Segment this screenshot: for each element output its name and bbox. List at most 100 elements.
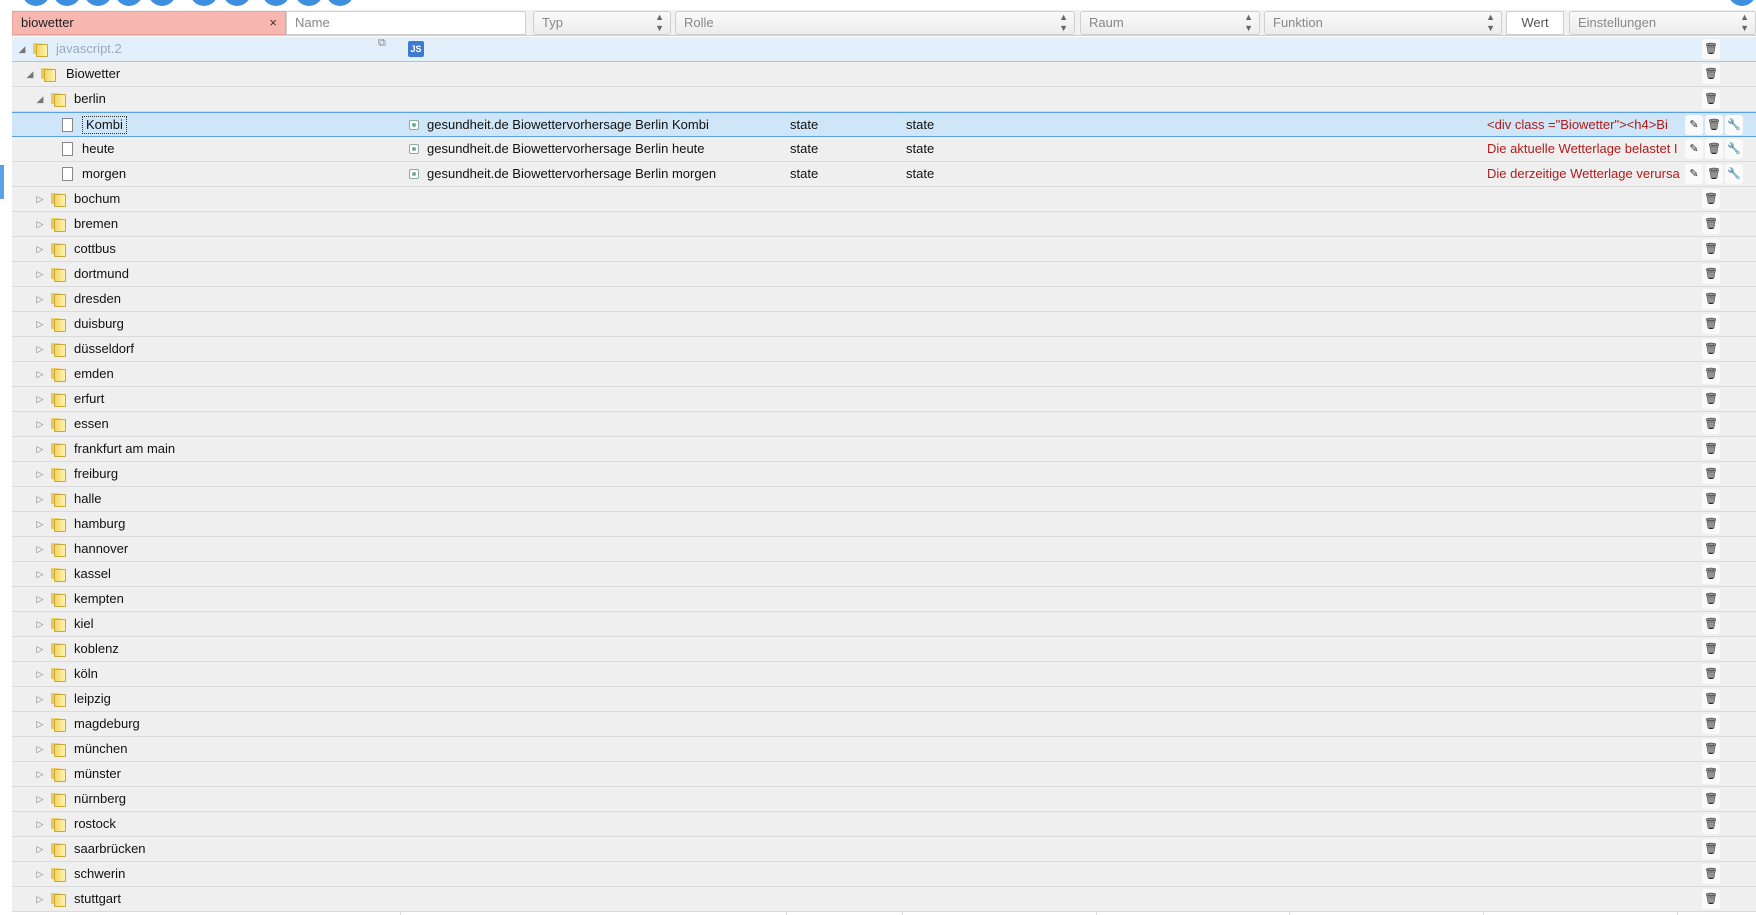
trash-icon[interactable]: 🗑 bbox=[1702, 539, 1720, 559]
trash-icon[interactable]: 🗑 bbox=[1702, 739, 1720, 759]
triangle-right-icon[interactable]: ▷ bbox=[34, 762, 46, 786]
triangle-right-icon[interactable]: ▷ bbox=[34, 262, 46, 286]
triangle-down-icon[interactable]: ◢ bbox=[34, 87, 46, 111]
state-value[interactable]: <div class ="Biowetter"><h4>Bi bbox=[1487, 113, 1683, 137]
folder-row[interactable]: ▷ emden 🗑 bbox=[12, 362, 1756, 387]
toolbar-button[interactable] bbox=[53, 0, 81, 6]
triangle-right-icon[interactable]: ▷ bbox=[34, 237, 46, 261]
triangle-right-icon[interactable]: ▷ bbox=[34, 612, 46, 636]
trash-icon[interactable]: 🗑 bbox=[1702, 414, 1720, 434]
trash-icon[interactable]: 🗑 bbox=[1702, 864, 1720, 884]
role-filter-select[interactable]: Rolle ▲ ▼ bbox=[675, 11, 1075, 35]
pencil-icon[interactable]: ✎ bbox=[1685, 139, 1703, 159]
state-value[interactable]: Die aktuelle Wetterlage belastet I bbox=[1487, 137, 1683, 161]
trash-icon[interactable]: 🗑 bbox=[1702, 64, 1720, 84]
triangle-right-icon[interactable]: ▷ bbox=[34, 312, 46, 336]
trash-icon[interactable]: 🗑 bbox=[1702, 214, 1720, 234]
folder-row[interactable]: ▷ dortmund 🗑 bbox=[12, 262, 1756, 287]
trash-icon[interactable]: 🗑 bbox=[1702, 814, 1720, 834]
folder-row[interactable]: ▷ dresden 🗑 bbox=[12, 287, 1756, 312]
folder-row[interactable]: ▷ kiel 🗑 bbox=[12, 612, 1756, 637]
toolbar-button[interactable] bbox=[22, 0, 50, 6]
adapter-row[interactable]: ◢ javascript.2 ⧉ JS 🗑 bbox=[12, 37, 1756, 62]
folder-row[interactable]: ▷ bochum 🗑 bbox=[12, 187, 1756, 212]
trash-icon[interactable]: 🗑 bbox=[1702, 389, 1720, 409]
search-input[interactable]: biowetter × bbox=[12, 11, 286, 35]
folder-row[interactable]: ▷ duisburg 🗑 bbox=[12, 312, 1756, 337]
trash-icon[interactable]: 🗑 bbox=[1702, 639, 1720, 659]
trash-icon[interactable]: 🗑 bbox=[1702, 289, 1720, 309]
folder-row[interactable]: ▷ köln 🗑 bbox=[12, 662, 1756, 687]
trash-icon[interactable]: 🗑 bbox=[1702, 839, 1720, 859]
toolbar-button[interactable] bbox=[148, 0, 176, 6]
triangle-right-icon[interactable]: ▷ bbox=[34, 287, 46, 311]
triangle-right-icon[interactable]: ▷ bbox=[34, 587, 46, 611]
folder-row[interactable]: ▷ stuttgart 🗑 bbox=[12, 887, 1756, 912]
folder-row[interactable]: ▷ kassel 🗑 bbox=[12, 562, 1756, 587]
folder-row[interactable]: ▷ nürnberg 🗑 bbox=[12, 787, 1756, 812]
triangle-right-icon[interactable]: ▷ bbox=[34, 687, 46, 711]
triangle-right-icon[interactable]: ▷ bbox=[34, 787, 46, 811]
folder-row[interactable]: ▷ magdeburg 🗑 bbox=[12, 712, 1756, 737]
toolbar-button[interactable] bbox=[262, 0, 290, 6]
folder-row[interactable]: ▷ frankfurt am main 🗑 bbox=[12, 437, 1756, 462]
triangle-right-icon[interactable]: ▷ bbox=[34, 712, 46, 736]
clear-search-icon[interactable]: × bbox=[269, 12, 277, 34]
toolbar-button[interactable] bbox=[190, 0, 218, 6]
folder-row[interactable]: ▷ bremen 🗑 bbox=[12, 212, 1756, 237]
toolbar-button[interactable] bbox=[326, 0, 354, 6]
folder-row[interactable]: ▷ münchen 🗑 bbox=[12, 737, 1756, 762]
trash-icon[interactable]: 🗑 bbox=[1702, 764, 1720, 784]
toolbar-button[interactable] bbox=[115, 0, 143, 6]
trash-icon[interactable]: 🗑 bbox=[1702, 464, 1720, 484]
trash-icon[interactable]: 🗑 bbox=[1702, 614, 1720, 634]
pencil-icon[interactable]: ✎ bbox=[1685, 164, 1703, 184]
type-filter-select[interactable]: Typ ▲ ▼ bbox=[533, 11, 671, 35]
trash-icon[interactable]: 🗑 bbox=[1702, 239, 1720, 259]
triangle-right-icon[interactable]: ▷ bbox=[34, 337, 46, 361]
trash-icon[interactable]: 🗑 bbox=[1702, 714, 1720, 734]
name-filter-input[interactable]: Name bbox=[286, 11, 526, 35]
trash-icon[interactable]: 🗑 bbox=[1702, 439, 1720, 459]
folder-row[interactable]: ▷ rostock 🗑 bbox=[12, 812, 1756, 837]
folder-row[interactable]: ▷ münster 🗑 bbox=[12, 762, 1756, 787]
wrench-icon[interactable]: 🔧 bbox=[1725, 164, 1743, 184]
trash-icon[interactable]: 🗑 bbox=[1705, 164, 1723, 184]
triangle-right-icon[interactable]: ▷ bbox=[34, 637, 46, 661]
folder-row-biowetter[interactable]: ◢ Biowetter 🗑 bbox=[12, 62, 1756, 87]
folder-row[interactable]: ▷ freiburg 🗑 bbox=[12, 462, 1756, 487]
folder-row[interactable]: ▷ schwerin 🗑 bbox=[12, 862, 1756, 887]
folder-row-berlin[interactable]: ◢ berlin 🗑 bbox=[12, 87, 1756, 112]
folder-row[interactable]: ▷ kempten 🗑 bbox=[12, 587, 1756, 612]
folder-row[interactable]: ▷ düsseldorf 🗑 bbox=[12, 337, 1756, 362]
folder-row[interactable]: ▷ leipzig 🗑 bbox=[12, 687, 1756, 712]
trash-icon[interactable]: 🗑 bbox=[1702, 489, 1720, 509]
room-filter-select[interactable]: Raum ▲ ▼ bbox=[1080, 11, 1260, 35]
toolbar-button[interactable] bbox=[84, 0, 112, 6]
triangle-right-icon[interactable]: ▷ bbox=[34, 862, 46, 886]
triangle-right-icon[interactable]: ▷ bbox=[34, 412, 46, 436]
triangle-right-icon[interactable]: ▷ bbox=[34, 562, 46, 586]
folder-row[interactable]: ▷ essen 🗑 bbox=[12, 412, 1756, 437]
triangle-down-icon[interactable]: ◢ bbox=[16, 37, 28, 61]
pencil-icon[interactable]: ✎ bbox=[1685, 115, 1703, 135]
folder-row[interactable]: ▷ halle 🗑 bbox=[12, 487, 1756, 512]
triangle-right-icon[interactable]: ▷ bbox=[34, 737, 46, 761]
folder-row[interactable]: ▷ hamburg 🗑 bbox=[12, 512, 1756, 537]
state-row[interactable]: Kombi gesundheit.de Biowettervorhersage B… bbox=[12, 112, 1756, 137]
toolbar-button[interactable] bbox=[1728, 0, 1756, 6]
trash-icon[interactable]: 🗑 bbox=[1702, 89, 1720, 109]
trash-icon[interactable]: 🗑 bbox=[1702, 364, 1720, 384]
wrench-icon[interactable]: 🔧 bbox=[1725, 139, 1743, 159]
folder-row[interactable]: ▷ saarbrücken 🗑 bbox=[12, 837, 1756, 862]
trash-icon[interactable]: 🗑 bbox=[1702, 314, 1720, 334]
folder-row[interactable]: ▷ cottbus 🗑 bbox=[12, 237, 1756, 262]
folder-row[interactable]: ▷ erfurt 🗑 bbox=[12, 387, 1756, 412]
triangle-right-icon[interactable]: ▷ bbox=[34, 362, 46, 386]
triangle-right-icon[interactable]: ▷ bbox=[34, 462, 46, 486]
state-value[interactable]: Die derzeitige Wetterlage verursa bbox=[1487, 162, 1683, 186]
function-filter-select[interactable]: Funktion ▲ ▼ bbox=[1264, 11, 1502, 35]
folder-row[interactable]: ▷ koblenz 🗑 bbox=[12, 637, 1756, 662]
triangle-down-icon[interactable]: ◢ bbox=[24, 62, 36, 86]
trash-icon[interactable]: 🗑 bbox=[1702, 789, 1720, 809]
